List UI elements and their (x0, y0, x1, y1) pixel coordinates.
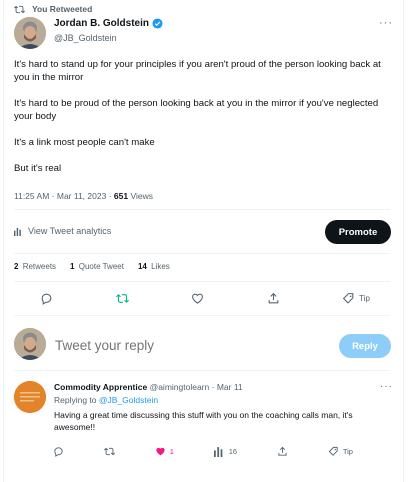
tweet-date[interactable]: Mar 11, 2023 (57, 191, 106, 201)
tip-icon (328, 446, 338, 456)
comment-header: Commodity Apprentice @aimingtolearn · Ma… (54, 382, 243, 392)
comment-like-action[interactable]: 1 (155, 446, 174, 457)
divider (14, 209, 390, 210)
share-icon (278, 446, 287, 456)
analytics-icon (213, 447, 223, 457)
analytics-icon (14, 227, 21, 236)
comment-retweet-action[interactable] (103, 446, 115, 457)
retweet-action[interactable] (115, 292, 129, 305)
retweets-count: 2 (14, 262, 19, 271)
view-analytics-label[interactable]: View Tweet analytics (28, 226, 111, 236)
comment-actions: 1 16 Tip (53, 446, 353, 457)
author-handle[interactable]: @JB_Goldstein (54, 33, 117, 43)
divider (14, 370, 390, 371)
tweet-time[interactable]: 11:25 AM (14, 191, 49, 201)
comment-like-count: 1 (169, 447, 174, 456)
share-action[interactable] (267, 292, 280, 305)
retweet-icon (14, 5, 25, 13)
promote-button[interactable]: Promote (325, 220, 391, 244)
comment-reply-action[interactable] (53, 446, 64, 457)
retweets-label: Retweets (22, 262, 57, 271)
commenter-handle[interactable]: @aimingtolearn (150, 382, 210, 392)
tweet-paragraph: It's hard to stand up for your principle… (14, 59, 381, 83)
retweet-header: You Retweeted (14, 3, 92, 15)
comment-views-count: 16 (228, 447, 238, 456)
like-action[interactable] (191, 292, 204, 305)
comment-date[interactable]: Mar 11 (217, 382, 243, 392)
retweet-icon (103, 447, 115, 456)
commenter-avatar[interactable] (14, 381, 46, 413)
replying-to-link[interactable]: @JB_Goldstein (99, 395, 158, 405)
divider (14, 253, 390, 254)
heart-filled-icon (156, 447, 165, 456)
tweet-paragraph: It's hard to be proud of the person look… (14, 98, 379, 122)
commenter-name[interactable]: Commodity Apprentice (54, 382, 147, 392)
tweet-stats: 2 Retweets 1 Quote Tweet 14 Likes (14, 262, 170, 271)
tip-icon (342, 293, 354, 304)
likes-label: Likes (151, 262, 170, 271)
divider (14, 315, 390, 316)
reply-button[interactable]: Reply (339, 334, 391, 358)
reply-icon (54, 447, 63, 457)
tweet-paragraph: But it's real (14, 163, 62, 174)
view-analytics-link[interactable]: View Tweet analytics (14, 226, 111, 236)
quotes-stat[interactable]: 1 Quote Tweet (70, 262, 124, 271)
comment-tip-label: Tip (342, 447, 353, 456)
tweet-actions: Tip (40, 292, 370, 305)
comment-views-action[interactable]: 16 (213, 446, 238, 457)
tweet-text: It's hard to stand up for your principle… (14, 58, 394, 188)
reply-icon (41, 293, 52, 305)
quotes-count: 1 (70, 262, 75, 271)
retweets-stat[interactable]: 2 Retweets (14, 262, 56, 271)
tweet-timestamp: 11:25 AM · Mar 11, 2023 · 651 Views (14, 191, 153, 201)
likes-count: 14 (137, 262, 147, 271)
replying-to: Replying to @JB_Goldstein (54, 395, 158, 405)
comment-tip-action[interactable]: Tip (328, 446, 353, 457)
author-avatar[interactable] (14, 17, 46, 49)
comment-share-action[interactable] (277, 446, 288, 457)
tweet-views-count: 651 (113, 191, 129, 201)
tweet-paragraph: It's a link most people can't make (14, 137, 155, 148)
retweet-header-label: You Retweeted (32, 4, 93, 14)
reply-input[interactable] (55, 338, 325, 353)
author-name[interactable]: Jordan B. Goldstein (54, 18, 163, 29)
tip-label: Tip (359, 294, 370, 303)
comment-more-options-icon[interactable]: ··· (380, 381, 393, 392)
tweet-views-label: Views (130, 191, 153, 201)
quotes-label: Quote Tweet (78, 262, 124, 271)
reply-action[interactable] (40, 292, 53, 305)
current-user-avatar[interactable] (14, 328, 46, 360)
replying-to-prefix: Replying to (54, 395, 97, 405)
author-name-text[interactable]: Jordan B. Goldstein (54, 18, 149, 29)
divider (14, 281, 390, 282)
retweet-icon (115, 294, 129, 303)
verified-badge-icon (152, 18, 163, 29)
likes-stat[interactable]: 14 Likes (138, 262, 170, 271)
heart-icon (192, 293, 203, 304)
comment-text: Having a great time discussing this stuf… (54, 410, 353, 432)
tip-action[interactable]: Tip (342, 292, 370, 305)
more-options-icon[interactable]: ··· (379, 17, 393, 29)
share-icon (268, 292, 278, 304)
